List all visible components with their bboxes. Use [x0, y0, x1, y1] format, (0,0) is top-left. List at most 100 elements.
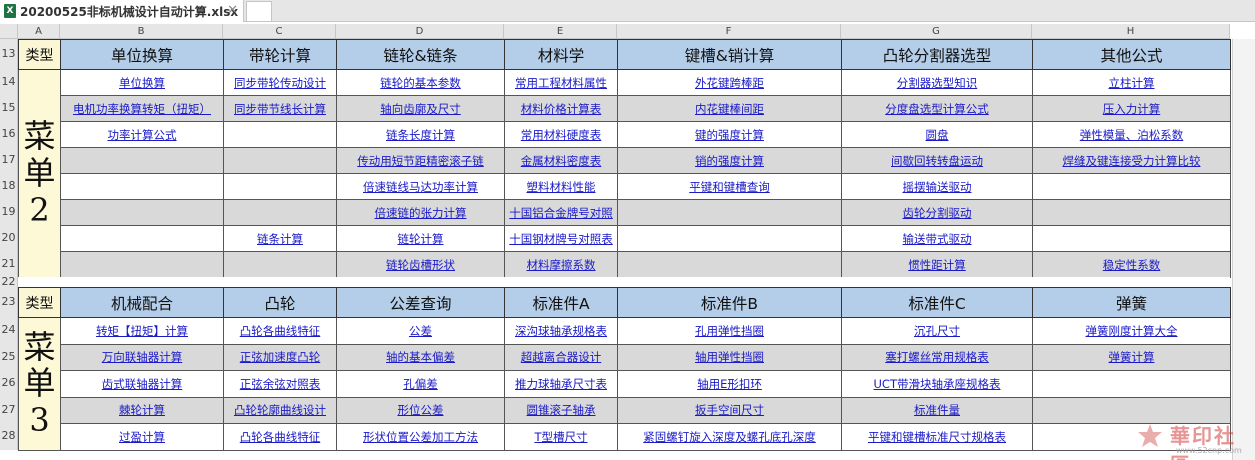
column-header-c[interactable]: C — [223, 24, 336, 39]
formula-link[interactable]: 正弦余弦对照表 — [240, 377, 321, 391]
select-all-corner[interactable] — [0, 24, 18, 39]
row-header-19[interactable]: 19 — [0, 199, 18, 225]
row-header-13[interactable]: 13 — [0, 39, 18, 69]
formula-link[interactable]: 齿式联轴器计算 — [102, 377, 183, 391]
formula-link[interactable]: 公差 — [409, 324, 432, 338]
formula-link[interactable]: 塑料材料性能 — [527, 180, 596, 194]
column-header-a[interactable]: A — [18, 24, 60, 39]
formula-link[interactable]: 弹簧计算 — [1109, 350, 1155, 364]
new-tab-button[interactable] — [246, 1, 272, 22]
formula-link[interactable]: 功率计算公式 — [108, 128, 177, 142]
row-header-28[interactable]: 28 — [0, 423, 18, 450]
row-header-27[interactable]: 27 — [0, 396, 18, 423]
formula-link[interactable]: 塞打螺丝常用规格表 — [885, 350, 989, 364]
row-header-20[interactable]: 20 — [0, 225, 18, 251]
formula-link[interactable]: 平键和键槽标准尺寸规格表 — [868, 430, 1006, 444]
formula-link[interactable]: 材料价格计算表 — [521, 102, 602, 116]
row-header-26[interactable]: 26 — [0, 370, 18, 397]
formula-link[interactable]: 凸轮各曲线特征 — [240, 324, 321, 338]
row-header-17[interactable]: 17 — [0, 147, 18, 173]
formula-link[interactable]: 圆盘 — [926, 128, 949, 142]
formula-link[interactable]: 齿轮分割驱动 — [903, 206, 972, 220]
formula-link[interactable]: 同步带轮传动设计 — [234, 76, 326, 90]
workbook-tab[interactable]: X 20200525非标机械设计自动计算.xlsx ✕ — [0, 0, 244, 22]
row-header-14[interactable]: 14 — [0, 69, 18, 95]
row-header-16[interactable]: 16 — [0, 121, 18, 147]
formula-link[interactable]: 沉孔尺寸 — [914, 324, 960, 338]
formula-link[interactable]: 内花键棒间距 — [695, 102, 764, 116]
formula-link[interactable]: 弹簧刚度计算大全 — [1086, 324, 1178, 338]
formula-link[interactable]: 平键和键槽查询 — [689, 180, 770, 194]
formula-link[interactable]: 输送带式驱动 — [903, 232, 972, 246]
column-header-b[interactable]: B — [60, 24, 223, 39]
formula-link[interactable]: 外花键跨棒距 — [695, 76, 764, 90]
formula-link[interactable]: 压入力计算 — [1103, 102, 1161, 116]
row-header-22[interactable]: 22 — [0, 276, 18, 287]
formula-link[interactable]: 常用工程材料属性 — [515, 76, 607, 90]
formula-link[interactable]: 金属材料密度表 — [521, 154, 602, 168]
formula-link[interactable]: T型槽尺寸 — [534, 430, 587, 444]
formula-link[interactable]: 材料摩擦系数 — [527, 258, 596, 272]
row-header-15[interactable]: 15 — [0, 95, 18, 121]
formula-link[interactable]: 十国钢材牌号对照表 — [509, 232, 613, 246]
formula-link[interactable]: 正弦加速度凸轮 — [240, 350, 321, 364]
formula-link[interactable]: 分度盘选型计算公式 — [885, 102, 989, 116]
row-header-21[interactable]: 21 — [0, 251, 18, 277]
formula-link[interactable]: 销的强度计算 — [695, 154, 764, 168]
formula-link[interactable]: 轴用E形扣环 — [697, 377, 762, 391]
formula-link[interactable]: 十国铝合金牌号对照 — [509, 206, 613, 220]
formula-link[interactable]: 链条计算 — [257, 232, 303, 246]
column-header-f[interactable]: F — [617, 24, 841, 39]
formula-link[interactable]: 弹性模量、泊松系数 — [1080, 128, 1184, 142]
formula-link[interactable]: 单位换算 — [119, 76, 165, 90]
formula-link[interactable]: 标准件量 — [914, 403, 960, 417]
formula-link[interactable]: 过盈计算 — [119, 430, 165, 444]
formula-link[interactable]: 轴用弹性挡圈 — [695, 350, 764, 364]
formula-link[interactable]: 倍速链线马达功率计算 — [363, 180, 478, 194]
row-header-23[interactable]: 23 — [0, 287, 18, 317]
formula-link[interactable]: 链轮的基本参数 — [380, 76, 461, 90]
formula-link[interactable]: 棘轮计算 — [119, 403, 165, 417]
row-header-18[interactable]: 18 — [0, 173, 18, 199]
formula-link[interactable]: 孔偏差 — [403, 377, 438, 391]
formula-link[interactable]: 立柱计算 — [1109, 76, 1155, 90]
formula-link[interactable]: UCT带滑块轴承座规格表 — [874, 377, 1001, 391]
formula-link[interactable]: 孔用弹性挡圈 — [695, 324, 764, 338]
formula-link[interactable]: 传动用短节距精密滚子链 — [357, 154, 484, 168]
formula-link[interactable]: 摇摆输送驱动 — [903, 180, 972, 194]
formula-link[interactable]: 形位公差 — [398, 403, 444, 417]
formula-link[interactable]: 同步带节线长计算 — [234, 102, 326, 116]
formula-link[interactable]: 稳定性系数 — [1103, 258, 1161, 272]
formula-link[interactable]: 电机功率换算转矩（扭矩） — [73, 102, 211, 116]
formula-link[interactable]: 间歇回转转盘运动 — [891, 154, 983, 168]
column-header-d[interactable]: D — [336, 24, 504, 39]
column-header-g[interactable]: G — [841, 24, 1032, 39]
row-header-24[interactable]: 24 — [0, 317, 18, 344]
formula-link[interactable]: 转矩【扭矩】计算 — [96, 324, 188, 338]
formula-link[interactable]: 凸轮轮廓曲线设计 — [234, 403, 326, 417]
formula-link[interactable]: 轴的基本偏差 — [386, 350, 455, 364]
formula-link[interactable]: 推力球轴承尺寸表 — [515, 377, 607, 391]
formula-link[interactable]: 分割器选型知识 — [897, 76, 978, 90]
formula-link[interactable]: 键的强度计算 — [695, 128, 764, 142]
formula-link[interactable]: 链条长度计算 — [386, 128, 455, 142]
formula-link[interactable]: 常用材料硬度表 — [521, 128, 602, 142]
formula-link[interactable]: 超越离合器设计 — [521, 350, 602, 364]
formula-link[interactable]: 焊缝及键连接受力计算比较 — [1063, 154, 1201, 168]
formula-link[interactable]: 链轮计算 — [398, 232, 444, 246]
formula-link[interactable]: 倍速链的张力计算 — [375, 206, 467, 220]
formula-link[interactable]: 万向联轴器计算 — [102, 350, 183, 364]
formula-link[interactable]: 圆锥滚子轴承 — [527, 403, 596, 417]
formula-link[interactable]: 链轮齿槽形状 — [386, 258, 455, 272]
formula-link[interactable]: 轴向齿廓及尺寸 — [380, 102, 461, 116]
formula-link[interactable]: 惯性距计算 — [908, 258, 966, 272]
row-header-25[interactable]: 25 — [0, 343, 18, 370]
formula-link[interactable]: 形状位置公差加工方法 — [363, 430, 478, 444]
formula-link[interactable]: 扳手空间尺寸 — [695, 403, 764, 417]
column-header-h[interactable]: H — [1032, 24, 1230, 39]
formula-link[interactable]: 深沟球轴承规格表 — [515, 324, 607, 338]
formula-link[interactable]: 紧固螺钉旋入深度及螺孔底孔深度 — [643, 430, 816, 444]
formula-link[interactable]: 凸轮各曲线特征 — [240, 430, 321, 444]
column-header-e[interactable]: E — [504, 24, 617, 39]
close-icon[interactable]: ✕ — [227, 3, 238, 18]
